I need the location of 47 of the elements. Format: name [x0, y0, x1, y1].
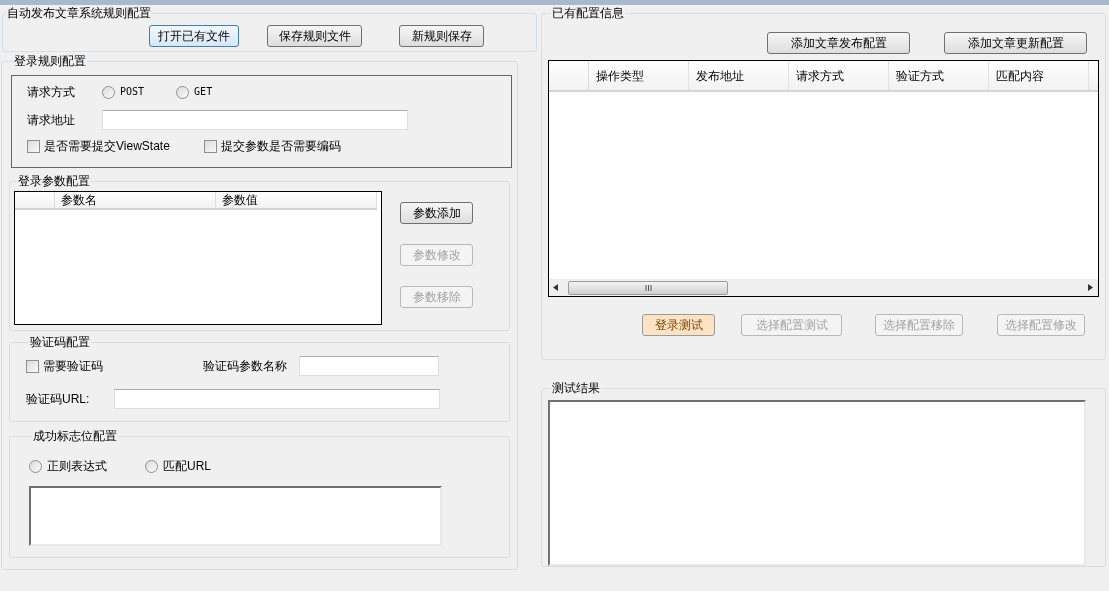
group-title: 验证码配置	[29, 335, 91, 349]
radio-label: POST	[120, 85, 145, 99]
group-title: 测试结果	[551, 381, 601, 395]
text-area[interactable]	[29, 486, 442, 546]
group-title: 自动发布文章系统规则配置	[6, 6, 152, 20]
column-header[interactable]: 发布地址	[689, 61, 789, 90]
button[interactable]: 新规则保存	[399, 25, 484, 47]
checkbox-label: 需要验证码	[43, 359, 103, 373]
field-label: 验证码参数名称	[203, 358, 287, 375]
input-field[interactable]	[299, 356, 439, 376]
group-title: 已有配置信息	[551, 6, 625, 20]
field-label: 请求方式	[27, 84, 76, 101]
column-header[interactable]: 验证方式	[889, 61, 989, 90]
checkbox[interactable]	[26, 359, 39, 373]
scroll-right-icon[interactable]	[1088, 284, 1093, 291]
radio-label: 匹配URL	[163, 459, 211, 473]
radio-label: 正则表达式	[47, 459, 107, 473]
column-header[interactable]: 请求方式	[789, 61, 889, 90]
checkbox[interactable]	[27, 139, 40, 153]
scroll-left-icon[interactable]	[553, 284, 558, 291]
radio-button[interactable]	[29, 459, 42, 473]
input-field[interactable]	[114, 389, 440, 409]
checkbox[interactable]	[203, 139, 217, 153]
radio-button[interactable]	[176, 85, 190, 99]
button[interactable]: 保存规则文件	[267, 25, 362, 47]
group-title: 成功标志位配置	[32, 429, 118, 443]
button[interactable]: 打开已有文件	[149, 25, 239, 47]
group-title: 登录规则配置	[13, 54, 87, 68]
radio-button[interactable]	[102, 85, 115, 99]
group-title: 登录参数配置	[17, 174, 91, 188]
input-field[interactable]	[102, 110, 408, 130]
scrollbar-thumb[interactable]	[568, 280, 728, 295]
checkbox-label: 提交参数是否需要编码	[220, 139, 341, 153]
column-header[interactable]: 参数名	[55, 192, 216, 208]
radio-button[interactable]	[145, 459, 158, 473]
column-header[interactable]: 匹配内容	[989, 61, 1089, 90]
field-label: 请求地址	[27, 112, 76, 129]
column-header[interactable]: 参数值	[216, 192, 377, 208]
button[interactable]: 登录测试	[642, 314, 715, 336]
checkbox-label: 是否需要提交ViewState	[44, 139, 170, 153]
button[interactable]: 参数添加	[400, 202, 473, 224]
radio-label: GET	[194, 85, 213, 99]
horizontal-scrollbar[interactable]	[549, 279, 1098, 296]
button[interactable]: 添加文章更新配置	[944, 32, 1087, 54]
column-header[interactable]: 操作类型	[589, 61, 689, 90]
button[interactable]: 添加文章发布配置	[767, 32, 910, 54]
field-label: 验证码URL:	[26, 391, 91, 408]
